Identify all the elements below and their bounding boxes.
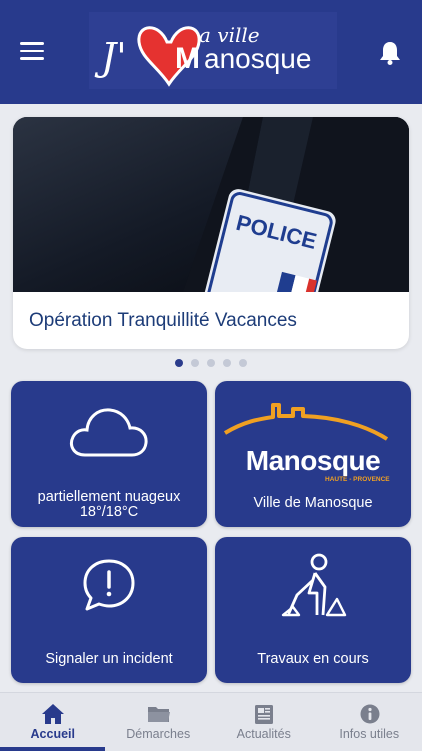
logo-j: J' (94, 35, 127, 79)
carousel-pagination (0, 359, 422, 367)
active-tab-indicator (0, 747, 105, 751)
construction-worker-icon (279, 551, 349, 621)
app-header: J' a ville M anosque (0, 0, 422, 104)
manosque-logo-subtext: HAUTE - PROVENCE (325, 476, 390, 483)
info-icon (358, 703, 382, 725)
tab-accueil[interactable]: Accueil (0, 693, 106, 751)
tab-infos-utiles-label: Infos utiles (317, 727, 422, 741)
hamburger-menu-icon[interactable] (20, 42, 44, 62)
weather-tile[interactable]: partiellement nuageux 18°/18°C (11, 381, 207, 527)
alert-chat-icon (81, 557, 137, 613)
folder-icon (147, 703, 171, 725)
tab-actualites[interactable]: Actualités (211, 693, 317, 751)
weather-temperature: 18°/18°C (11, 504, 207, 520)
carousel-dot-5[interactable] (239, 359, 247, 367)
logo-m: M (175, 42, 200, 75)
carousel-dot-1[interactable] (175, 359, 183, 367)
carousel-dot-3[interactable] (207, 359, 215, 367)
newspaper-icon (252, 703, 276, 725)
report-incident-label: Signaler un incident (11, 651, 207, 667)
tab-infos-utiles[interactable]: Infos utiles (317, 693, 422, 751)
manosque-logo-text: Manosque (215, 445, 411, 477)
tab-accueil-label: Accueil (0, 727, 106, 741)
city-website-tile[interactable]: Manosque HAUTE - PROVENCE Ville de Manos… (215, 381, 411, 527)
carousel-title: Opération Tranquillité Vacances (29, 310, 297, 332)
tab-demarches-label: Démarches (106, 727, 212, 741)
logo-main-text: anosque (204, 43, 311, 74)
tab-actualites-label: Actualités (211, 727, 317, 741)
cloud-icon (65, 401, 151, 461)
weather-description: partiellement nuageux (11, 489, 207, 505)
manosque-app-logo: J' a ville M anosque (89, 12, 337, 89)
carousel-dot-4[interactable] (223, 359, 231, 367)
report-incident-tile[interactable]: Signaler un incident (11, 537, 207, 683)
city-website-label: Ville de Manosque (215, 495, 411, 511)
roadworks-label: Travaux en cours (215, 651, 411, 667)
carousel-dot-2[interactable] (191, 359, 199, 367)
news-carousel-card[interactable]: POLICE Opération Tranquillité Vacances (13, 117, 409, 349)
bottom-tab-bar: Accueil Démarches Actualités Infos utile… (0, 692, 422, 751)
bell-icon[interactable] (378, 40, 402, 66)
manosque-logo: Manosque HAUTE - PROVENCE (215, 381, 411, 491)
roadworks-tile[interactable]: Travaux en cours (215, 537, 411, 683)
tab-demarches[interactable]: Démarches (106, 693, 212, 751)
carousel-image: POLICE (13, 117, 409, 292)
home-icon (41, 703, 65, 725)
